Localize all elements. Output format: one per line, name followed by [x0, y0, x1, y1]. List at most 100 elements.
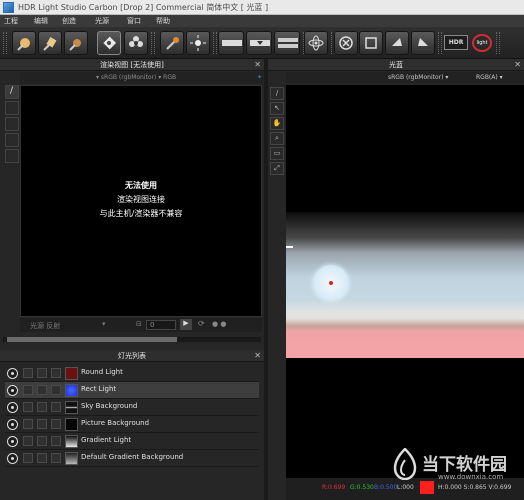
hdr-environment-map[interactable]	[286, 212, 524, 358]
light-mode-button[interactable]: light	[472, 34, 492, 52]
light-row-rect-light[interactable]: Rect Light	[5, 382, 259, 399]
visibility-eye-icon[interactable]	[7, 385, 18, 396]
visibility-eye-icon[interactable]	[7, 368, 18, 379]
blank-tool[interactable]	[5, 133, 19, 147]
dots-icon[interactable]: ● ●	[212, 320, 226, 328]
light-type-toggle[interactable]	[51, 368, 61, 378]
sun-tool-button[interactable]	[186, 31, 210, 55]
lock-toggle[interactable]	[37, 402, 47, 412]
play-icon[interactable]: ▶	[180, 319, 192, 330]
lights-list: Round Light Rect Light Sky Background Pi…	[5, 365, 259, 467]
sun-icon	[190, 35, 206, 51]
render-colorspace-select[interactable]: ▾ sRGB (rgbMonitor) ▾ RGB	[96, 74, 176, 81]
gradient-split-button[interactable]	[246, 31, 272, 55]
picture-light-tool-button[interactable]	[97, 31, 121, 55]
light-type-toggle[interactable]	[51, 402, 61, 412]
wand-tool-button[interactable]	[160, 31, 184, 55]
canvas-close-icon[interactable]: ✕	[514, 59, 521, 71]
menu-window[interactable]: 窗口	[127, 16, 141, 26]
light-type-toggle[interactable]	[51, 436, 61, 446]
select-box-button[interactable]	[359, 31, 383, 55]
green-value: G:0.530	[350, 484, 374, 491]
light-type-toggle[interactable]	[51, 385, 61, 395]
visibility-eye-icon[interactable]	[7, 402, 18, 413]
light-name: Default Gradient Background	[81, 453, 184, 461]
hdr-button[interactable]: HDR	[444, 35, 468, 50]
canvas-channel-select[interactable]: RGB(A) ▾	[476, 72, 503, 83]
light-thumbnail	[65, 401, 78, 414]
refresh-icon[interactable]: ⟳	[198, 319, 205, 328]
solo-toggle[interactable]	[23, 453, 33, 463]
menu-project[interactable]: 工程	[4, 16, 18, 26]
visibility-eye-icon[interactable]	[7, 436, 18, 447]
lock-toggle[interactable]	[37, 368, 47, 378]
render-horizontal-scrollbar[interactable]	[3, 337, 261, 342]
lights-panel-title: 灯光列表	[118, 352, 146, 360]
round-light-spot[interactable]	[313, 265, 349, 301]
light-name: Round Light	[81, 368, 123, 376]
lights-panel-close-icon[interactable]: ✕	[254, 350, 261, 362]
arrow-left-button[interactable]	[385, 31, 409, 55]
wand-icon	[166, 37, 179, 50]
lock-toggle[interactable]	[37, 385, 47, 395]
frame-tool-icon[interactable]: ▭	[270, 147, 284, 160]
rect-light-tool-button[interactable]	[38, 31, 62, 55]
light-type-toggle[interactable]	[51, 419, 61, 429]
solo-toggle[interactable]	[23, 436, 33, 446]
light-row-round-light[interactable]: Round Light	[5, 365, 259, 382]
lock-icon[interactable]: ⊟	[136, 320, 142, 328]
render-view-canvas[interactable]: 无法使用 渲染视图连接 与此主机/渲染器不兼容	[20, 85, 262, 317]
menu-light[interactable]: 光源	[95, 16, 109, 26]
panel-splitter[interactable]	[264, 59, 268, 500]
pointer-tool-icon[interactable]	[5, 101, 19, 115]
atom-tool-button[interactable]	[304, 31, 328, 55]
watermark-logo-icon	[393, 448, 417, 480]
watermark: 当下软件园 www.downxia.com	[392, 446, 524, 486]
light-row-picture-background[interactable]: Picture Background	[5, 416, 259, 433]
menu-help[interactable]: 帮助	[156, 16, 170, 26]
pointer-tool-icon[interactable]: ↖	[270, 102, 284, 115]
render-value-field[interactable]: 0	[146, 320, 176, 330]
render-settings-icon[interactable]: ✦	[257, 72, 262, 83]
render-footer-mode[interactable]: 光源 反射	[30, 321, 60, 331]
pen-tool-icon[interactable]: /	[270, 87, 284, 100]
gradient-full-button[interactable]	[274, 31, 300, 55]
round-light-tool-button[interactable]	[12, 31, 36, 55]
gradient-horizontal-button[interactable]	[218, 31, 244, 55]
light-type-toggle[interactable]	[51, 453, 61, 463]
menu-create[interactable]: 创造	[62, 16, 76, 26]
unavailable-title: 无法使用	[125, 181, 157, 190]
blank-tool[interactable]	[5, 117, 19, 131]
toolbar-separator	[3, 32, 7, 54]
light-row-default-gradient-background[interactable]: Default Gradient Background	[5, 450, 259, 467]
solo-toggle[interactable]	[23, 402, 33, 412]
fit-view-icon[interactable]: ⤢	[270, 162, 284, 175]
solo-toggle[interactable]	[23, 385, 33, 395]
lock-toggle[interactable]	[37, 419, 47, 429]
menu-edit[interactable]: 编辑	[34, 16, 48, 26]
visibility-eye-icon[interactable]	[7, 419, 18, 430]
render-mode-dropdown-icon[interactable]: ▾	[102, 320, 106, 328]
red-value: R:0.699	[322, 484, 346, 491]
hand-tool-icon[interactable]: ✋	[270, 117, 284, 130]
pen-tool-icon[interactable]: /	[5, 85, 19, 99]
delete-button[interactable]	[334, 31, 358, 55]
arrow-right-button[interactable]	[411, 31, 435, 55]
light-row-sky-background[interactable]: Sky Background	[5, 399, 259, 416]
canvas-colorspace-select[interactable]: sRGB (rgbMonitor) ▾	[388, 72, 448, 83]
blank-tool[interactable]	[5, 149, 19, 163]
render-view-title: 渲染视图 [无法使用]	[100, 61, 164, 69]
lock-toggle[interactable]	[37, 436, 47, 446]
light-canvas[interactable]	[286, 85, 524, 478]
light-row-gradient-light[interactable]: Gradient Light	[5, 433, 259, 450]
flower-icon	[129, 36, 143, 47]
solo-toggle[interactable]	[23, 368, 33, 378]
visibility-eye-icon[interactable]	[7, 453, 18, 464]
spot-light-tool-button[interactable]	[64, 31, 88, 55]
zoom-tool-icon[interactable]: ⌕	[270, 132, 284, 145]
lock-toggle[interactable]	[37, 453, 47, 463]
render-view-close-icon[interactable]: ✕	[254, 59, 261, 71]
solo-toggle[interactable]	[23, 419, 33, 429]
flower-light-tool-button[interactable]	[124, 31, 148, 55]
scrollbar-thumb[interactable]	[7, 337, 177, 342]
